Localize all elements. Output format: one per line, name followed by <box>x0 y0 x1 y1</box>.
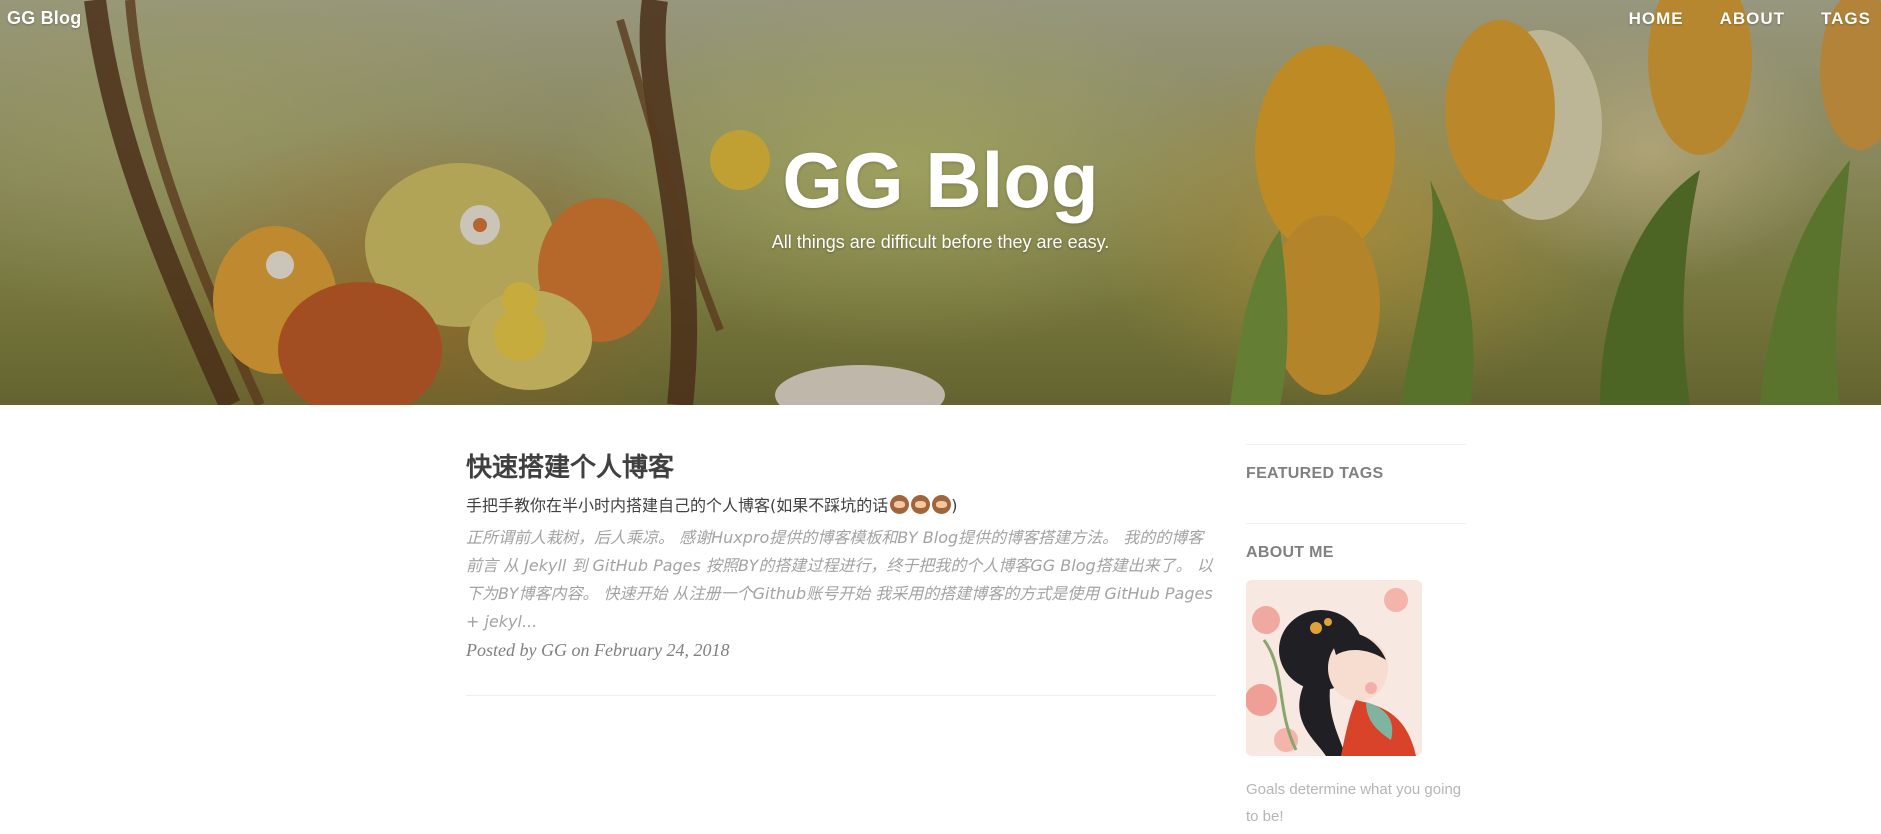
post-meta: Posted by GG on February 24, 2018 <box>466 640 730 660</box>
post-title-link[interactable]: 快速搭建个人博客 <box>466 450 1216 486</box>
featured-tags-heading[interactable]: FEATURED TAGS <box>1246 465 1466 483</box>
about-me-text: Goals determine what you going to be! <box>1246 781 1462 825</box>
speak-no-evil-monkey-icon <box>932 495 952 514</box>
sidebar-divider <box>1246 444 1466 445</box>
post-preview[interactable]: 快速搭建个人博客 手把手教你在半小时内搭建自己的个人博客(如果不踩坑的话) 正所… <box>466 450 1216 661</box>
site-title: GG Blog <box>782 136 1099 224</box>
avatar <box>1246 580 1422 756</box>
nav-about-link[interactable]: ABOUT <box>1720 9 1785 29</box>
see-no-evil-monkey-icon <box>890 495 910 514</box>
sidebar-divider <box>1246 523 1466 524</box>
post-subtitle: 手把手教你在半小时内搭建自己的个人博客(如果不踩坑的话) <box>466 494 1216 518</box>
site-subtitle: All things are difficult before they are… <box>771 232 1110 252</box>
about-me-heading: ABOUT ME <box>1246 544 1334 561</box>
nav-home-link[interactable]: HOME <box>1629 9 1684 29</box>
post-subtitle-text: 手把手教你在半小时内搭建自己的个人博客(如果不踩坑的话 <box>466 496 889 515</box>
post-subtitle-close: ) <box>951 496 958 515</box>
hear-no-evil-monkey-icon <box>911 495 931 514</box>
top-navigation: HOME ABOUT TAGS <box>1593 9 1871 29</box>
avatar-illustration <box>1246 580 1422 756</box>
site-heading: GG Blog All things are difficult before … <box>0 138 1881 253</box>
post-excerpt[interactable]: 正所谓前人栽树，后人乘凉。 感谢Huxpro提供的博客模板和BY Blog提供的… <box>466 524 1216 636</box>
navbar-brand-link[interactable]: GG Blog <box>7 8 81 29</box>
nav-tags-link[interactable]: TAGS <box>1821 9 1871 29</box>
post-divider <box>466 695 1216 696</box>
sidebar: FEATURED TAGS ABOUT ME Goals determine w… <box>1246 444 1466 830</box>
intro-header: GG Blog HOME ABOUT TAGS GG Blog All thin… <box>0 0 1881 405</box>
